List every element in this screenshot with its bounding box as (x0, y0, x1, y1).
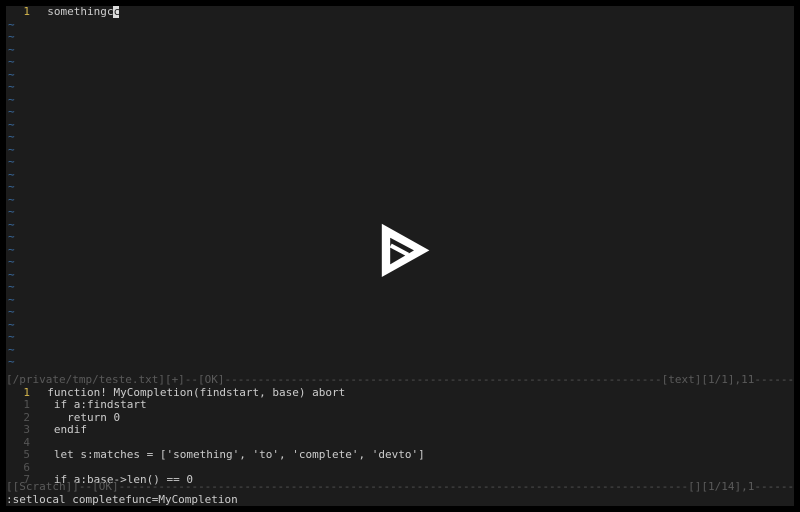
editor-pane-bottom[interactable]: 1 function! MyCompletion(findstart, base… (6, 387, 794, 487)
empty-line-tilde: ~ (6, 56, 794, 69)
code-line[interactable]: 3 endif (6, 424, 794, 437)
empty-line-tilde: ~ (6, 169, 794, 182)
code-line[interactable]: 1 if a:findstart (6, 399, 794, 412)
code-text: let s:matches = ['something', 'to', 'com… (47, 448, 425, 461)
code-line[interactable]: 5 let s:matches = ['something', 'to', 'c… (6, 449, 794, 462)
empty-line-tilde: ~ (6, 294, 794, 307)
code-text: return 0 (47, 411, 120, 424)
status-line-bottom: [[Scratch]]--[OK]-----------------------… (6, 481, 794, 494)
command-line[interactable]: :setlocal completefunc=MyCompletion (6, 494, 794, 507)
code-text: if a:findstart (47, 398, 146, 411)
empty-line-tilde: ~ (6, 94, 794, 107)
empty-line-tilde: ~ (6, 131, 794, 144)
empty-line-tilde: ~ (6, 356, 794, 369)
empty-line-tilde: ~ (6, 194, 794, 207)
line-number-relative: 5 (6, 449, 34, 462)
empty-line-tilde: ~ (6, 106, 794, 119)
code-line[interactable]: 1 somethingcc (6, 6, 794, 19)
empty-line-tilde: ~ (6, 156, 794, 169)
empty-line-tilde: ~ (6, 44, 794, 57)
code-line[interactable]: 2 return 0 (6, 412, 794, 425)
code-text: function! MyCompletion(findstart, base) … (47, 386, 345, 399)
empty-line-tilde: ~ (6, 344, 794, 357)
empty-line-tilde: ~ (6, 81, 794, 94)
play-button[interactable] (365, 215, 435, 285)
empty-line-tilde: ~ (6, 19, 794, 32)
code-text: endif (47, 423, 87, 436)
line-number: 1 (6, 6, 34, 19)
play-icon (365, 215, 435, 285)
empty-line-markers: ~~~~~~~~~~~~~~~~~~~~~~~~~~~~ (6, 19, 794, 369)
empty-line-tilde: ~ (6, 319, 794, 332)
empty-line-tilde: ~ (6, 31, 794, 44)
empty-line-tilde: ~ (6, 306, 794, 319)
empty-line-tilde: ~ (6, 331, 794, 344)
code-text: somethingc (47, 5, 113, 18)
empty-line-tilde: ~ (6, 69, 794, 82)
empty-line-tilde: ~ (6, 181, 794, 194)
line-number-relative: 3 (6, 424, 34, 437)
text-cursor: c (113, 6, 119, 18)
line-number-relative: 1 (6, 399, 34, 412)
editor-pane-top[interactable]: 1 somethingcc ~~~~~~~~~~~~~~~~~~~~~~~~~~… (6, 6, 794, 369)
empty-line-tilde: ~ (6, 144, 794, 157)
empty-line-tilde: ~ (6, 119, 794, 132)
terminal-screen: 1 somethingcc ~~~~~~~~~~~~~~~~~~~~~~~~~~… (6, 6, 794, 506)
